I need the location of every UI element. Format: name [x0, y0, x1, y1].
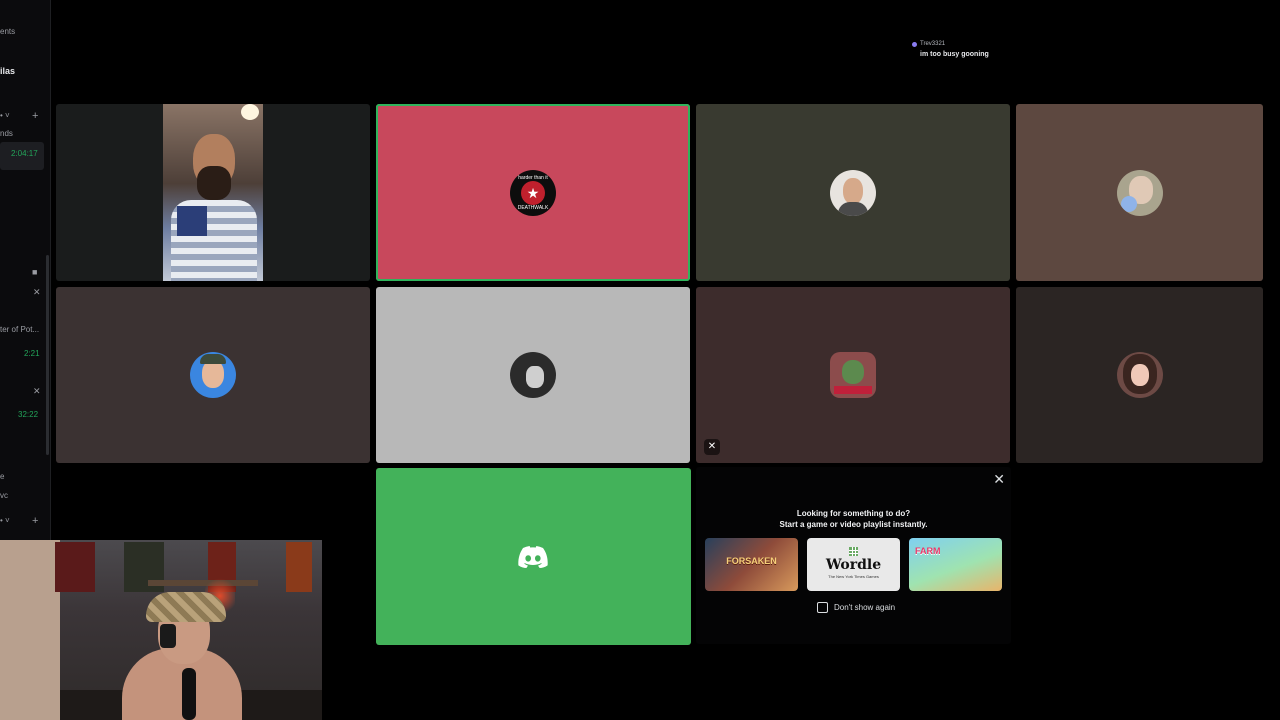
message-author: Trev3321 — [920, 41, 946, 47]
participant-tile-6[interactable] — [376, 287, 690, 463]
participant-tile-discord[interactable] — [376, 468, 691, 645]
discord-logo-icon — [518, 546, 548, 568]
user-avatar-icon — [912, 41, 917, 47]
wordle-grid-icon — [849, 547, 858, 556]
message-text: im too busy gooning — [920, 51, 989, 58]
activity-title: Looking for something to do? — [796, 509, 911, 518]
participant-tile-3[interactable] — [696, 104, 1010, 281]
streamer-webcam — [0, 540, 322, 720]
add-channel-icon[interactable]: + — [32, 110, 38, 122]
sidebar-item-vc[interactable]: vc — [0, 491, 8, 500]
participant-video — [163, 104, 263, 281]
activity-suggestions-panel: ✕ Looking for something to do? Start a g… — [696, 467, 1011, 644]
participant-tile-camera[interactable] — [56, 104, 370, 281]
mic-muted-icon: ✕ — [33, 287, 41, 297]
server-name[interactable]: ilas — [0, 66, 15, 76]
game-title: FORSAKEN — [726, 556, 777, 566]
participant-avatar — [830, 352, 876, 398]
participant-avatar — [830, 169, 876, 216]
category-collapse-icon[interactable]: • ˅ — [0, 111, 10, 120]
participant-avatar — [1116, 352, 1163, 398]
participant-avatar — [510, 352, 556, 398]
category-collapse-icon-2[interactable]: • ˅ — [0, 516, 10, 525]
mic-muted-icon: ✕ — [704, 439, 720, 455]
participant-avatar — [190, 352, 236, 398]
voice-timer-3: 32:22 — [18, 410, 39, 419]
sidebar-scrollbar[interactable] — [46, 255, 49, 455]
participant-avatar — [1116, 169, 1163, 216]
dont-show-again-checkbox[interactable]: Don't show again — [817, 602, 895, 613]
sidebar-item-events[interactable]: ents — [0, 27, 15, 36]
participant-tile-8[interactable] — [1016, 287, 1263, 463]
participant-tile-5[interactable] — [56, 287, 370, 463]
game-subtitle: The New York Times Games — [828, 574, 879, 579]
channel-sidebar: ents ilas • ˅ + nds 2:04:17 ■ ✕ ter of P… — [0, 0, 51, 540]
checkbox-box[interactable] — [817, 602, 828, 613]
overlay-chat-message: Trev3321 im too busy gooning — [912, 41, 989, 58]
game-card-forsaken[interactable]: FORSAKEN — [705, 538, 798, 591]
star-badge-icon: ★ — [521, 180, 545, 205]
game-title: Wordle — [825, 557, 882, 573]
participant-tile-4[interactable] — [1016, 104, 1263, 281]
sidebar-item-channel[interactable]: ter of Pot... — [0, 325, 39, 334]
voice-timer-2: 2:21 — [24, 349, 40, 358]
dont-show-again-label: Don't show again — [834, 603, 896, 612]
sidebar-item-friends[interactable]: nds — [0, 129, 13, 138]
deafened-icon: ✕ — [33, 386, 41, 396]
add-channel-icon-2[interactable]: + — [32, 515, 38, 527]
voice-timer: 2:04:17 — [11, 149, 38, 158]
game-title: FARM — [915, 546, 941, 556]
participant-avatar: harder than it ★ DEATHWALK — [510, 169, 556, 216]
activity-subtitle: Start a game or video playlist instantly… — [779, 520, 928, 529]
sidebar-item-e[interactable]: e — [0, 472, 4, 481]
camera-icon: ■ — [32, 267, 38, 277]
participant-tile-7[interactable]: ✕ — [696, 287, 1010, 463]
avatar-subcaption: DEATHWALK — [517, 204, 549, 211]
participant-tile-2[interactable]: harder than it ★ DEATHWALK — [376, 104, 690, 281]
game-card-wordle[interactable]: Wordle The New York Times Games — [807, 538, 900, 591]
close-icon[interactable]: ✕ — [993, 471, 1005, 488]
game-card-farm-merge-valley[interactable]: FARM — [909, 538, 1002, 591]
